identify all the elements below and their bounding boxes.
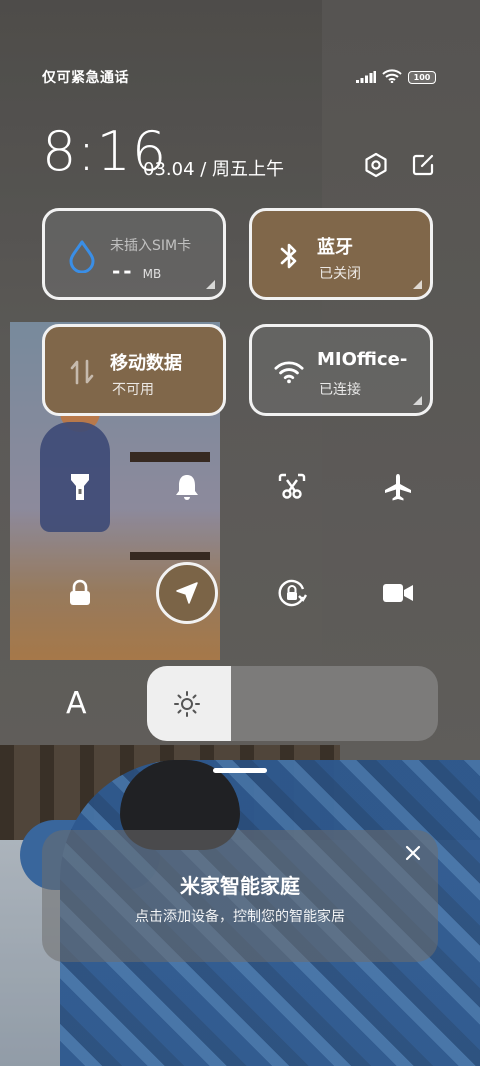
mobile-data-status: 不可用 [112,382,154,398]
flashlight-toggle[interactable] [49,456,111,518]
location-toggle[interactable] [156,562,218,624]
lock-icon [70,579,90,605]
expand-corner-icon [206,280,215,289]
clock-date: 03.04 / 周五上午 [143,159,285,180]
screen-recorder-toggle[interactable] [367,562,429,624]
airplane-icon [385,474,411,501]
close-icon [405,845,421,861]
signal-icon [356,68,376,87]
screenshot-icon [278,473,306,499]
data-usage-tile[interactable]: 未插入SIM卡 -- MB [42,208,226,300]
expand-corner-icon [413,280,422,289]
sun-icon [173,690,201,722]
notification-toggle[interactable] [156,456,218,518]
status-icons: 100 [356,68,436,87]
edit-button[interactable] [409,151,437,179]
bluetooth-icon [274,241,304,271]
data-usage-unit: MB [142,267,162,281]
bluetooth-title: 蓝牙 [317,237,353,258]
edit-icon [412,154,434,176]
mobile-data-title: 移动数据 [110,353,182,374]
bluetooth-tile[interactable]: 蓝牙 已关闭 [249,208,433,300]
wifi-status: 已连接 [319,382,361,398]
location-icon [176,582,198,604]
font-size-button[interactable]: A [66,686,87,721]
mi-home-title: 米家智能家庭 [180,874,300,898]
data-usage-value-row: -- MB [112,259,161,283]
bluetooth-status: 已关闭 [319,266,361,282]
video-camera-icon [383,584,413,602]
data-usage-value: -- [112,259,135,283]
gear-icon [365,152,387,178]
close-button[interactable] [402,842,424,864]
mobile-data-tile[interactable]: 移动数据 不可用 [42,324,226,416]
mobile-data-arrows-icon [67,357,97,387]
water-drop-icon [67,240,97,273]
mi-home-card[interactable]: 米家智能家庭 点击添加设备，控制您的智能家居 [42,830,438,962]
expand-corner-icon [413,396,422,405]
airplane-toggle[interactable] [367,456,429,518]
rotation-lock-icon [278,579,308,607]
battery-icon: 100 [408,71,436,84]
bell-icon [176,475,198,500]
carrier-status: 仅可紧急通话 [42,70,129,86]
wifi-icon [274,357,304,387]
data-usage-title: 未插入SIM卡 [110,238,192,254]
wifi-network-name: MIOffice- [317,349,408,370]
flashlight-icon [71,474,89,500]
brightness-slider[interactable] [147,666,438,741]
lock-screen-toggle[interactable] [49,562,111,624]
wifi-tile[interactable]: MIOffice- 已连接 [249,324,433,416]
settings-button[interactable] [362,151,390,179]
wifi-status-icon [382,68,402,87]
drag-handle[interactable] [213,768,267,773]
screenshot-toggle[interactable] [261,456,323,518]
rotation-lock-toggle[interactable] [261,562,323,624]
mi-home-subtitle: 点击添加设备，控制您的智能家居 [135,909,345,925]
